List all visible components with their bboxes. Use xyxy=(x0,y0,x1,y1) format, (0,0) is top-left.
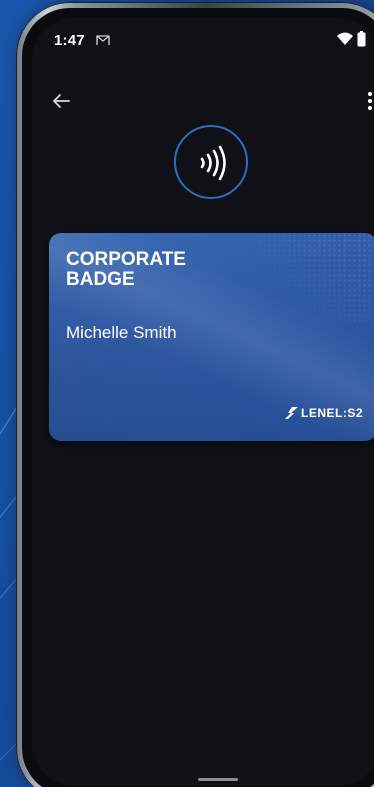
status-time: 1:47 xyxy=(54,32,85,49)
marketing-background: 1:47 CORPORATE BADGE Michelle Smith LENE… xyxy=(0,0,374,787)
phone-screen: 1:47 CORPORATE BADGE Michelle Smith LENE… xyxy=(32,18,374,786)
gesture-nav-handle[interactable] xyxy=(198,778,238,781)
lenel-logo-icon xyxy=(284,407,298,419)
phone-bezel: 1:47 CORPORATE BADGE Michelle Smith LENE… xyxy=(22,8,374,787)
badge-holder-name: Michelle Smith xyxy=(66,323,177,342)
more-options-icon[interactable] xyxy=(366,90,374,112)
lenel-s2-logo: LENEL:S2 xyxy=(284,406,363,420)
contactless-icon xyxy=(200,145,226,181)
battery-icon xyxy=(357,31,366,47)
status-bar: 1:47 xyxy=(32,18,374,62)
gmail-icon xyxy=(96,35,110,45)
wifi-icon xyxy=(337,32,353,45)
back-arrow-icon[interactable] xyxy=(50,90,72,112)
nfc-tap-indicator xyxy=(174,125,248,199)
corporate-badge-card[interactable]: CORPORATE BADGE Michelle Smith LENEL:S2 xyxy=(49,233,374,441)
brand-text: LENEL:S2 xyxy=(300,406,363,420)
phone-frame: 1:47 CORPORATE BADGE Michelle Smith LENE… xyxy=(16,2,374,787)
badge-title: CORPORATE BADGE xyxy=(66,249,186,290)
